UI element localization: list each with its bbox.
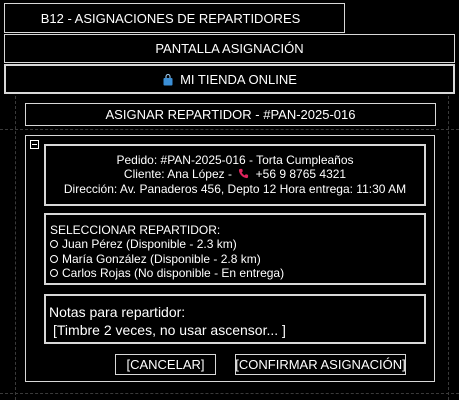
notes-box: Notas para repartidor: [Timbre 2 veces, … xyxy=(44,294,426,344)
order-details-box: Pedido: #PAN-2025-016 - Torta Cumpleaños… xyxy=(44,144,426,206)
shopping-bag-icon xyxy=(163,74,173,86)
radio-icon[interactable] xyxy=(50,269,58,277)
confirm-assignment-button[interactable]: [CONFIRMAR ASIGNACIÓN] xyxy=(235,354,406,375)
phone-icon xyxy=(239,168,249,179)
assign-section-title: ASIGNAR REPARTIDOR - #PAN-2025-016 xyxy=(25,103,436,126)
client-label: Cliente: Ana López - xyxy=(123,167,232,181)
courier-option[interactable]: Juan Pérez (Disponible - 2.3 km) xyxy=(50,237,237,251)
courier-option[interactable]: María González (Disponible - 2.8 km) xyxy=(50,252,261,266)
assign-title-text: ASIGNAR REPARTIDOR - #PAN-2025-016 xyxy=(105,107,356,122)
screen-name: PANTALLA ASIGNACIÓN xyxy=(155,41,304,56)
collapse-icon[interactable] xyxy=(30,140,39,149)
courier-option[interactable]: Carlos Rojas (No disponible - En entrega… xyxy=(50,266,284,280)
courier-selector-label: SELECCIONAR REPARTIDOR: xyxy=(50,223,221,237)
store-name: MI TIENDA ONLINE xyxy=(180,71,297,87)
guide-line xyxy=(0,393,459,394)
notes-label: Notas para repartidor: xyxy=(49,304,186,320)
courier-selector: SELECCIONAR REPARTIDOR: Juan Pérez (Disp… xyxy=(44,213,426,285)
radio-icon[interactable] xyxy=(50,255,58,263)
guide-line xyxy=(0,129,459,130)
store-bar: MI TIENDA ONLINE xyxy=(4,64,455,94)
window-title: B12 - ASIGNACIONES DE REPARTIDORES xyxy=(40,10,301,26)
guide-line xyxy=(448,96,449,400)
order-line: Pedido: #PAN-2025-016 - Torta Cumpleaños xyxy=(116,153,354,167)
cancel-button[interactable]: [CANCELAR] xyxy=(115,354,216,375)
radio-icon[interactable] xyxy=(50,240,58,248)
screen-name-bar: PANTALLA ASIGNACIÓN xyxy=(4,34,455,63)
notes-input[interactable]: [Timbre 2 veces, no usar ascensor... ] xyxy=(53,322,286,338)
client-phone: +56 9 8765 4321 xyxy=(255,167,347,181)
address-line: Dirección: Av. Panaderos 456, Depto 12 H… xyxy=(63,182,407,196)
guide-line xyxy=(15,96,16,400)
window-title-bar: B12 - ASIGNACIONES DE REPARTIDORES xyxy=(4,3,345,33)
client-line: Cliente: Ana López - +56 9 8765 4321 xyxy=(46,167,424,181)
